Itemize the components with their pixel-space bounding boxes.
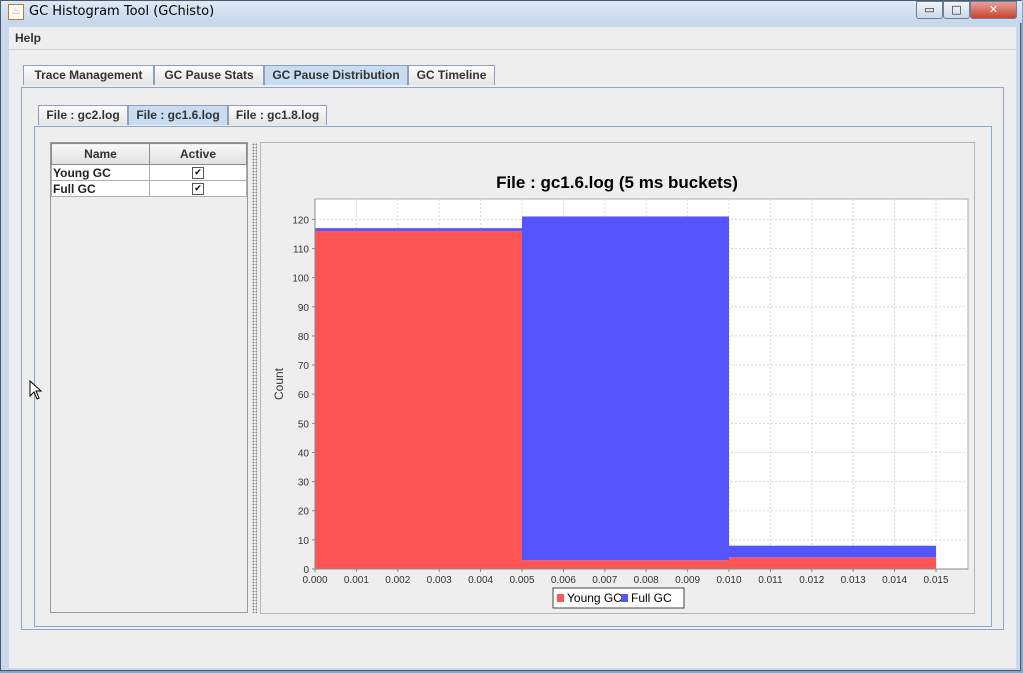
bar-full-gc — [315, 228, 522, 232]
y-tick-label: 70 — [298, 361, 310, 372]
y-tick-label: 120 — [292, 215, 309, 226]
x-tick-label: 0.015 — [923, 575, 948, 586]
x-tick-label: 0.013 — [841, 575, 866, 586]
x-tick-label: 0.006 — [551, 575, 576, 586]
mouse-cursor-icon — [29, 380, 43, 400]
bar-young-gc — [315, 231, 522, 569]
y-tick-label: 50 — [298, 419, 310, 430]
bar-full-gc — [522, 216, 729, 561]
menu-help[interactable]: Help — [15, 31, 41, 45]
y-tick-label: 20 — [298, 507, 310, 518]
legend-label-young-gc: Young GC — [567, 591, 622, 605]
active-checkbox[interactable]: ✔ — [192, 183, 204, 196]
tab-gc-timeline[interactable]: GC Timeline — [408, 65, 495, 85]
y-tick-label: 60 — [298, 390, 310, 401]
active-checkbox[interactable]: ✔ — [192, 167, 204, 180]
tab-file-gc1-6[interactable]: File : gc1.6.log — [128, 105, 228, 125]
x-tick-label: 0.001 — [344, 575, 369, 586]
gc-type-table-area: Name Active Young GC ✔ Full GC ✔ — [50, 142, 248, 613]
tab-trace-management[interactable]: Trace Management — [23, 65, 154, 85]
y-tick-label: 40 — [298, 448, 310, 459]
y-tick-label: 100 — [292, 274, 309, 285]
x-tick-label: 0.003 — [427, 575, 452, 586]
window-title: GC Histogram Tool (GChisto) — [29, 4, 215, 19]
chart-title: File : gc1.6.log (5 ms buckets) — [496, 173, 738, 192]
maximize-button[interactable]: □ — [943, 1, 970, 19]
x-tick-label: 0.014 — [882, 575, 907, 586]
x-tick-label: 0.000 — [302, 575, 327, 586]
tab-gc-pause-distribution[interactable]: GC Pause Distribution — [264, 65, 408, 85]
y-tick-label: 0 — [303, 565, 309, 576]
column-header-name[interactable]: Name — [51, 143, 150, 165]
java-app-icon: ♨ — [8, 4, 24, 20]
app-window: ♨ GC Histogram Tool (GChisto) ▭ □ ✕ Help… — [0, 0, 1022, 671]
tab-file-gc2[interactable]: File : gc2.log — [38, 105, 128, 125]
x-tick-label: 0.007 — [592, 575, 617, 586]
active-cell[interactable]: ✔ — [149, 180, 247, 197]
y-axis-label: Count — [272, 367, 286, 400]
histogram-chart: File : gc1.6.log (5 ms buckets) 0.000 0.00… — [272, 173, 969, 609]
split-pane-divider[interactable] — [252, 143, 257, 613]
gc-type-name[interactable]: Young GC — [51, 164, 150, 181]
client-area: Help Trace Management GC Pause Stats GC … — [9, 27, 1016, 668]
x-tick-label: 0.005 — [509, 575, 534, 586]
minimize-button[interactable]: ▭ — [916, 1, 943, 19]
active-cell[interactable]: ✔ — [149, 164, 247, 181]
y-tick-label: 80 — [298, 332, 310, 343]
gc-type-name[interactable]: Full GC — [51, 180, 150, 197]
bar-full-gc — [729, 545, 936, 558]
histogram-chart-panel: File : gc1.6.log (5 ms buckets) 0.000 0.00… — [260, 142, 975, 614]
bar-young-gc — [522, 560, 729, 569]
gc-type-table: Name Active Young GC ✔ Full GC ✔ — [51, 143, 247, 197]
table-row[interactable]: Full GC ✔ — [51, 180, 247, 197]
table-row[interactable]: Young GC ✔ — [51, 164, 247, 181]
tab-gc-pause-stats[interactable]: GC Pause Stats — [154, 65, 264, 85]
y-tick-label: 110 — [293, 245, 309, 256]
title-bar[interactable]: ♨ GC Histogram Tool (GChisto) ▭ □ ✕ — [1, 1, 1022, 23]
legend-label-full-gc: Full GC — [631, 591, 672, 605]
x-tick-label: 0.011 — [758, 575, 783, 586]
menu-bar: Help — [9, 27, 1016, 50]
x-tick-label: 0.009 — [675, 575, 700, 586]
tab-file-gc1-8[interactable]: File : gc1.8.log — [228, 105, 327, 125]
x-tick-label: 0.002 — [385, 575, 410, 586]
bar-young-gc — [729, 557, 936, 569]
y-tick-label: 90 — [298, 303, 310, 314]
legend-swatch-young-gc — [557, 594, 564, 602]
y-tick-label: 30 — [298, 478, 310, 489]
close-button[interactable]: ✕ — [970, 1, 1017, 19]
legend-swatch-full-gc — [621, 594, 628, 602]
x-tick-label: 0.004 — [468, 575, 493, 586]
x-tick-label: 0.010 — [716, 575, 741, 586]
column-header-active[interactable]: Active — [149, 143, 247, 165]
x-tick-label: 0.012 — [799, 575, 824, 586]
y-tick-label: 10 — [298, 536, 310, 547]
x-tick-label: 0.008 — [634, 575, 659, 586]
